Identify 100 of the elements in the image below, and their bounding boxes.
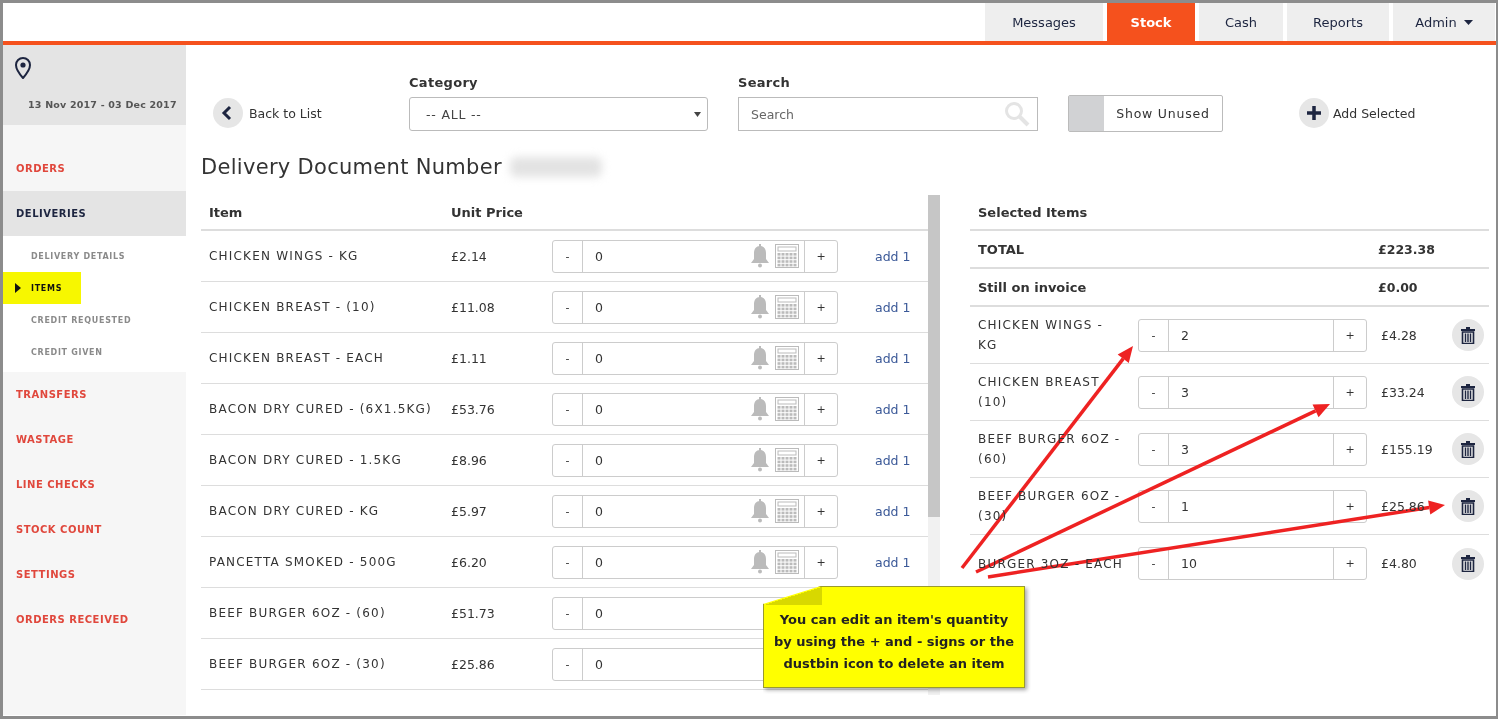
minus-button[interactable]: - — [553, 393, 583, 425]
plus-button[interactable]: + — [804, 495, 837, 527]
bell-icon — [750, 244, 770, 268]
sidebar-item[interactable]: ORDERS — [3, 146, 186, 191]
item-name: BACON DRY CURED - 1.5KG — [208, 453, 403, 467]
item-name: CHICKEN WINGS - KG — [208, 249, 360, 263]
total-label: Still on invoice — [978, 279, 1088, 295]
calculator-icon — [775, 397, 799, 421]
nav-tab[interactable]: Messages — [985, 3, 1103, 41]
search-field[interactable]: Search — [738, 97, 1038, 131]
quantity-field[interactable]: 0 — [583, 248, 750, 264]
plus-button[interactable]: + — [1333, 548, 1366, 579]
add-selected-link[interactable]: Add Selected — [1333, 105, 1416, 121]
bell-icon — [750, 397, 770, 421]
plus-button[interactable]: + — [804, 444, 837, 476]
minus-button[interactable]: - — [553, 648, 583, 680]
plus-button[interactable]: + — [804, 291, 837, 323]
delete-button[interactable] — [1452, 433, 1484, 465]
delete-button[interactable] — [1452, 547, 1484, 580]
quantity-stepper[interactable]: - 0 + — [552, 545, 838, 579]
add-link[interactable]: add 1 — [875, 554, 911, 570]
bell-icon — [750, 448, 770, 472]
minus-button[interactable]: - — [1139, 376, 1169, 408]
minus-button[interactable]: - — [1139, 490, 1169, 522]
item-name: BEEF BURGER 6OZ - (30) — [208, 657, 387, 671]
quantity-stepper[interactable]: - 0 + — [552, 392, 838, 426]
quantity-field[interactable]: 0 — [583, 401, 750, 417]
minus-button[interactable]: - — [1139, 548, 1169, 579]
minus-button[interactable]: - — [553, 342, 583, 374]
minus-button[interactable]: - — [553, 240, 583, 272]
plus-button[interactable]: + — [1333, 319, 1366, 351]
quantity-field[interactable]: 1 — [1169, 498, 1333, 514]
add-link[interactable]: add 1 — [875, 503, 911, 519]
plus-button[interactable]: + — [804, 240, 837, 272]
quantity-stepper[interactable]: - 10 + — [1138, 547, 1367, 580]
plus-button[interactable]: + — [804, 546, 837, 578]
delete-button[interactable] — [1452, 490, 1484, 522]
calculator-icon — [775, 550, 799, 574]
item-name: CHICKEN BREAST (10) — [978, 374, 1101, 411]
sidebar-item[interactable]: DELIVERIES — [3, 191, 186, 236]
quantity-stepper[interactable]: - 2 + — [1138, 318, 1367, 352]
unit-price: £2.14 — [451, 248, 488, 264]
nav-tab[interactable]: Admin — [1393, 3, 1495, 41]
quantity-field[interactable]: 0 — [583, 452, 750, 468]
quantity-stepper[interactable]: - 1 + — [1138, 489, 1367, 523]
add-link[interactable]: add 1 — [875, 248, 911, 264]
nav-tab[interactable]: Cash — [1199, 3, 1283, 41]
item-name: CHICKEN WINGS - KG — [978, 317, 1104, 354]
item-name: BACON DRY CURED - (6X1.5KG) — [208, 402, 433, 416]
quantity-field[interactable]: 3 — [1169, 384, 1333, 400]
quantity-field[interactable]: 0 — [583, 554, 750, 570]
sidebar-item[interactable]: WASTAGE — [3, 417, 186, 462]
quantity-field[interactable]: 10 — [1169, 556, 1333, 571]
trash-icon — [1461, 497, 1475, 515]
sidebar-item[interactable]: STOCK COUNT — [3, 507, 186, 552]
add-link[interactable]: add 1 — [875, 350, 911, 366]
unit-price: £6.20 — [451, 554, 488, 570]
delete-button[interactable] — [1452, 376, 1484, 408]
plus-button[interactable]: + — [1333, 433, 1366, 465]
sidebar-item[interactable]: SETTINGS — [3, 552, 186, 597]
quantity-stepper[interactable]: - 0 + — [552, 494, 838, 528]
category-dropdown[interactable]: -- ALL -- — [409, 97, 708, 131]
quantity-field[interactable]: 3 — [1169, 441, 1333, 457]
quantity-stepper[interactable]: - 0 + — [552, 290, 838, 324]
sidebar-item[interactable]: TRANSFERS — [3, 372, 186, 417]
sidebar-item[interactable]: ORDERS RECEIVED — [3, 597, 186, 642]
triangle-icon — [15, 283, 21, 293]
quantity-stepper[interactable]: - 0 + — [552, 341, 838, 375]
add-link[interactable]: add 1 — [875, 299, 911, 315]
quantity-stepper[interactable]: - 0 + — [552, 239, 838, 273]
minus-button[interactable]: - — [553, 291, 583, 323]
minus-button[interactable]: - — [553, 546, 583, 578]
add-link[interactable]: add 1 — [875, 452, 911, 468]
minus-button[interactable]: - — [1139, 319, 1169, 351]
sidebar-item[interactable]: LINE CHECKS — [3, 462, 186, 507]
total-value: £223.38 — [1378, 241, 1435, 257]
back-link[interactable]: Back to List — [249, 105, 322, 121]
calculator-icon — [775, 448, 799, 472]
nav-tab[interactable]: Reports — [1287, 3, 1389, 41]
add-link[interactable]: add 1 — [875, 401, 911, 417]
column-header: Item — [208, 204, 244, 220]
show-unused-toggle[interactable]: Show Unused — [1068, 95, 1223, 132]
minus-button[interactable]: - — [553, 444, 583, 476]
quantity-field[interactable]: 0 — [583, 503, 750, 519]
quantity-field[interactable]: 2 — [1169, 327, 1333, 343]
quantity-field[interactable]: 0 — [583, 350, 750, 366]
delete-button[interactable] — [1452, 319, 1484, 351]
plus-button[interactable]: + — [804, 342, 837, 374]
quantity-field[interactable]: 0 — [583, 299, 750, 315]
plus-button[interactable]: + — [1333, 376, 1366, 408]
line-amount: £4.80 — [1381, 556, 1418, 571]
sidebar-subitem[interactable]: ITEMS — [3, 272, 81, 304]
plus-button[interactable]: + — [1333, 490, 1366, 522]
minus-button[interactable]: - — [553, 597, 583, 629]
quantity-stepper[interactable]: - 3 + — [1138, 432, 1367, 466]
plus-button[interactable]: + — [804, 393, 837, 425]
quantity-stepper[interactable]: - 0 + — [552, 443, 838, 477]
minus-button[interactable]: - — [553, 495, 583, 527]
item-name: BEEF BURGER 6OZ - (60) — [208, 606, 387, 620]
minus-button[interactable]: - — [1139, 433, 1169, 465]
